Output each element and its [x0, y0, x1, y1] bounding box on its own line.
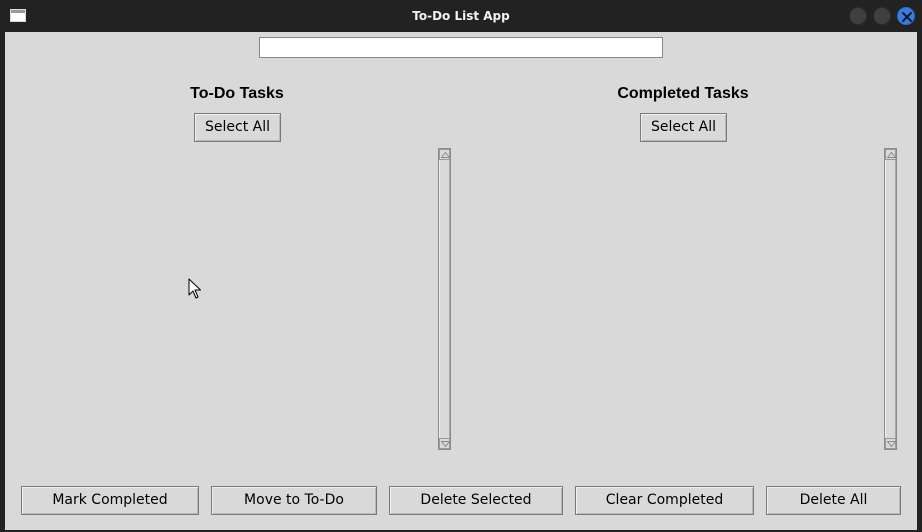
completed-scroll-up-button[interactable]	[885, 149, 896, 160]
maximize-button[interactable]	[873, 7, 891, 25]
task-input[interactable]	[259, 37, 663, 58]
mouse-pointer-icon	[188, 278, 201, 299]
move-to-todo-button[interactable]: Move to To-Do	[211, 486, 377, 515]
scroll-up-arrow-icon	[887, 152, 896, 158]
mark-completed-button[interactable]: Mark Completed	[21, 486, 199, 515]
completed-scrollbar[interactable]	[884, 148, 897, 450]
completed-tasks-listbox[interactable]	[451, 148, 883, 450]
title-bar[interactable]: To-Do List App	[0, 0, 922, 32]
todo-scroll-down-button[interactable]	[439, 438, 450, 449]
completed-scroll-trough[interactable]	[885, 160, 896, 438]
todo-scroll-trough[interactable]	[439, 160, 450, 438]
app-window: To-Do List App To-Do Tasks Completed Tas…	[0, 0, 922, 532]
delete-selected-button[interactable]: Delete Selected	[389, 486, 563, 515]
close-icon	[902, 12, 912, 22]
todo-scroll-up-button[interactable]	[439, 149, 450, 160]
completed-select-all-button[interactable]: Select All	[640, 113, 727, 142]
completed-scroll-down-button[interactable]	[885, 438, 896, 449]
close-button[interactable]	[897, 7, 915, 25]
scroll-down-arrow-icon	[441, 441, 450, 447]
clear-completed-button[interactable]: Clear Completed	[575, 486, 754, 515]
minimize-button[interactable]	[849, 7, 867, 25]
todo-select-all-button[interactable]: Select All	[194, 113, 281, 142]
completed-tasks-heading: Completed Tasks	[617, 85, 749, 102]
todo-tasks-listbox[interactable]	[5, 148, 437, 450]
scroll-up-arrow-icon	[441, 152, 450, 158]
scroll-down-arrow-icon	[887, 441, 896, 447]
todo-scrollbar[interactable]	[438, 148, 451, 450]
delete-all-button[interactable]: Delete All	[766, 486, 901, 515]
main-content: To-Do Tasks Completed Tasks Select All S…	[5, 32, 917, 530]
window-title: To-Do List App	[412, 9, 510, 23]
todo-tasks-heading: To-Do Tasks	[190, 85, 284, 102]
